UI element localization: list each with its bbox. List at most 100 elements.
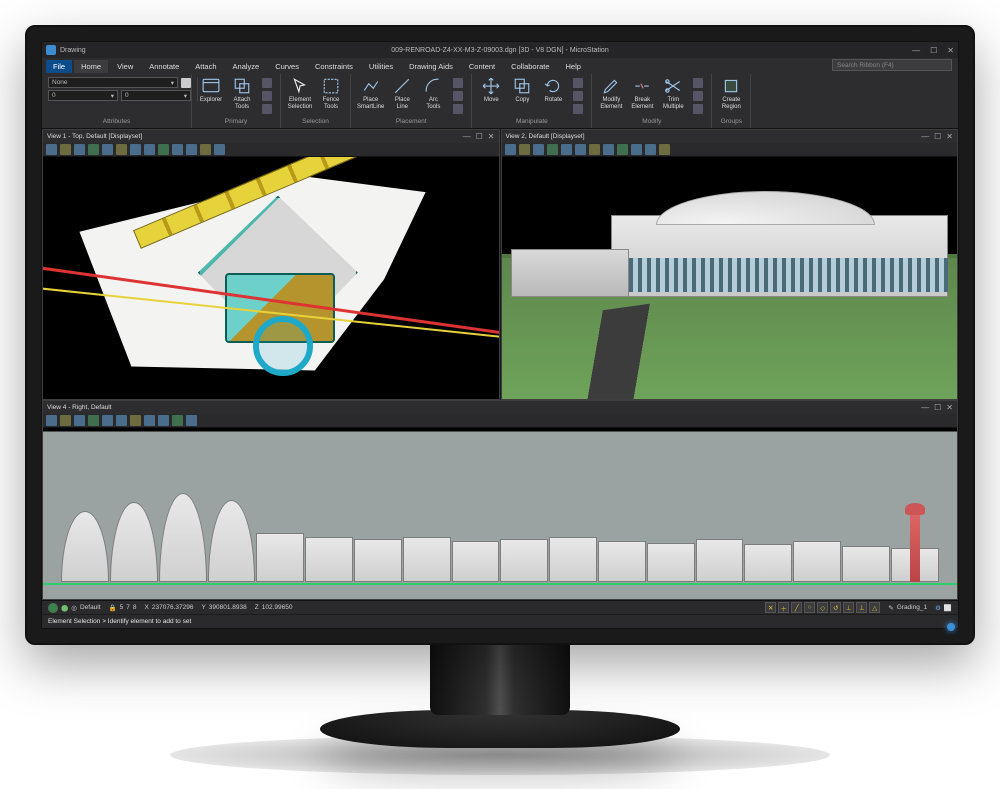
view-tool-icon[interactable] [130,415,141,426]
color-swatch-icon[interactable] [181,78,191,88]
placement-mini-2[interactable] [451,90,465,102]
view-tool-icon[interactable] [200,144,211,155]
view-tool-icon[interactable] [617,144,628,155]
manip-mini-2[interactable] [571,90,585,102]
view-tool-icon[interactable] [144,144,155,155]
snap-btn[interactable]: ✕ [765,602,776,613]
snap-btn[interactable]: ╱ [791,602,802,613]
fence-tools-button[interactable]: Fence Tools [318,77,344,110]
view-tool-icon[interactable] [172,144,183,155]
view-tool-icon[interactable] [158,415,169,426]
snap-btn[interactable]: ＋ [778,602,789,613]
view-tool-icon[interactable] [631,144,642,155]
tab-constraints[interactable]: Constraints [308,60,360,73]
snap-btn[interactable]: ◇ [817,602,828,613]
view-1-minimize-icon[interactable]: — [463,132,471,141]
level-dropdown[interactable]: None▾ [48,77,178,88]
break-element-button[interactable]: Break Element [629,77,655,110]
arc-tools-button[interactable]: Arc Tools [420,77,446,110]
trim-multiple-button[interactable]: Trim Multiple [660,77,686,110]
copy-button[interactable]: Copy [509,77,535,104]
modify-mini-3[interactable] [691,103,705,115]
view-4-header[interactable]: View 4 - Right, Default — ☐ ✕ [43,401,957,414]
view-tool-icon[interactable] [144,415,155,426]
snap-btn[interactable]: ⊥ [843,602,854,613]
place-line-button[interactable]: Place Line [389,77,415,110]
view-tool-icon[interactable] [186,415,197,426]
view-tool-icon[interactable] [603,144,614,155]
tab-file[interactable]: File [46,60,72,73]
view-tool-icon[interactable] [561,144,572,155]
view-tool-icon[interactable] [130,144,141,155]
explorer-button[interactable]: Explorer [198,77,224,104]
tab-view[interactable]: View [110,60,140,73]
create-region-button[interactable]: Create Region [718,77,744,110]
view-tool-icon[interactable] [645,144,656,155]
manip-mini-3[interactable] [571,103,585,115]
modify-mini-1[interactable] [691,77,705,89]
mini-tool-2[interactable] [260,90,274,102]
placement-mini-1[interactable] [451,77,465,89]
view-tool-icon[interactable] [74,144,85,155]
view-tool-icon[interactable] [186,144,197,155]
view-tool-icon[interactable] [519,144,530,155]
view-tool-icon[interactable] [505,144,516,155]
view-tool-icon[interactable] [116,144,127,155]
tab-curves[interactable]: Curves [268,60,306,73]
mini-tool-3[interactable] [260,103,274,115]
linestyle-dropdown[interactable]: 0▾ [48,90,118,101]
tab-collaborate[interactable]: Collaborate [504,60,556,73]
view-tool-icon[interactable] [533,144,544,155]
manip-mini-1[interactable] [571,77,585,89]
close-button[interactable]: ✕ [947,46,954,55]
snap-btn[interactable]: ⟂ [856,602,867,613]
view-tool-icon[interactable] [60,415,71,426]
element-selection-button[interactable]: Element Selection [287,77,313,110]
view-tool-icon[interactable] [116,415,127,426]
weight-dropdown[interactable]: 0▾ [121,90,191,101]
view-tool-icon[interactable] [659,144,670,155]
placement-mini-3[interactable] [451,103,465,115]
active-level-label[interactable]: Grading_1 [897,604,927,611]
attach-tools-button[interactable]: Attach Tools [229,77,255,110]
move-button[interactable]: Move [478,77,504,104]
view-4-minimize-icon[interactable]: — [921,403,929,412]
snap-mode-button[interactable]: ◎ [71,604,77,612]
view-4-close-icon[interactable]: ✕ [946,403,953,412]
view-tool-icon[interactable] [547,144,558,155]
modify-mini-2[interactable] [691,90,705,102]
view-tool-icon[interactable] [46,144,57,155]
ribbon-search-input[interactable]: Search Ribbon (F4) [832,59,952,71]
view-4-canvas[interactable] [43,428,957,599]
view-2-close-icon[interactable]: ✕ [946,132,953,141]
view-4-maximize-icon[interactable]: ☐ [934,403,941,412]
snap-btn[interactable]: △ [869,602,880,613]
view-tool-icon[interactable] [46,415,57,426]
view-2-minimize-icon[interactable]: — [921,132,929,141]
view-1-close-icon[interactable]: ✕ [488,132,495,141]
locks-icon[interactable]: 🔒 [109,604,117,612]
tab-content[interactable]: Content [462,60,502,73]
view-2-maximize-icon[interactable]: ☐ [934,132,941,141]
rotate-button[interactable]: Rotate [540,77,566,104]
minimize-button[interactable]: — [912,46,920,55]
tab-home[interactable]: Home [74,60,108,73]
tab-utilities[interactable]: Utilities [362,60,400,73]
maximize-button[interactable]: ☐ [930,46,937,55]
view-tool-icon[interactable] [589,144,600,155]
view-tool-icon[interactable] [102,144,113,155]
view-tool-icon[interactable] [88,415,99,426]
view-tool-icon[interactable] [88,144,99,155]
running-snap-label[interactable]: Default [80,604,101,611]
view-tool-icon[interactable] [74,415,85,426]
place-smartline-button[interactable]: Place SmartLine [357,77,384,110]
view-1-maximize-icon[interactable]: ☐ [476,132,483,141]
mini-tool-1[interactable] [260,77,274,89]
modify-element-button[interactable]: Modify Element [598,77,624,110]
view-tool-icon[interactable] [575,144,586,155]
view-tool-icon[interactable] [172,415,183,426]
view-tool-icon[interactable] [102,415,113,426]
snap-btn[interactable]: ↺ [830,602,841,613]
view-tool-icon[interactable] [60,144,71,155]
disk-icon[interactable]: ⬜ [944,604,952,612]
